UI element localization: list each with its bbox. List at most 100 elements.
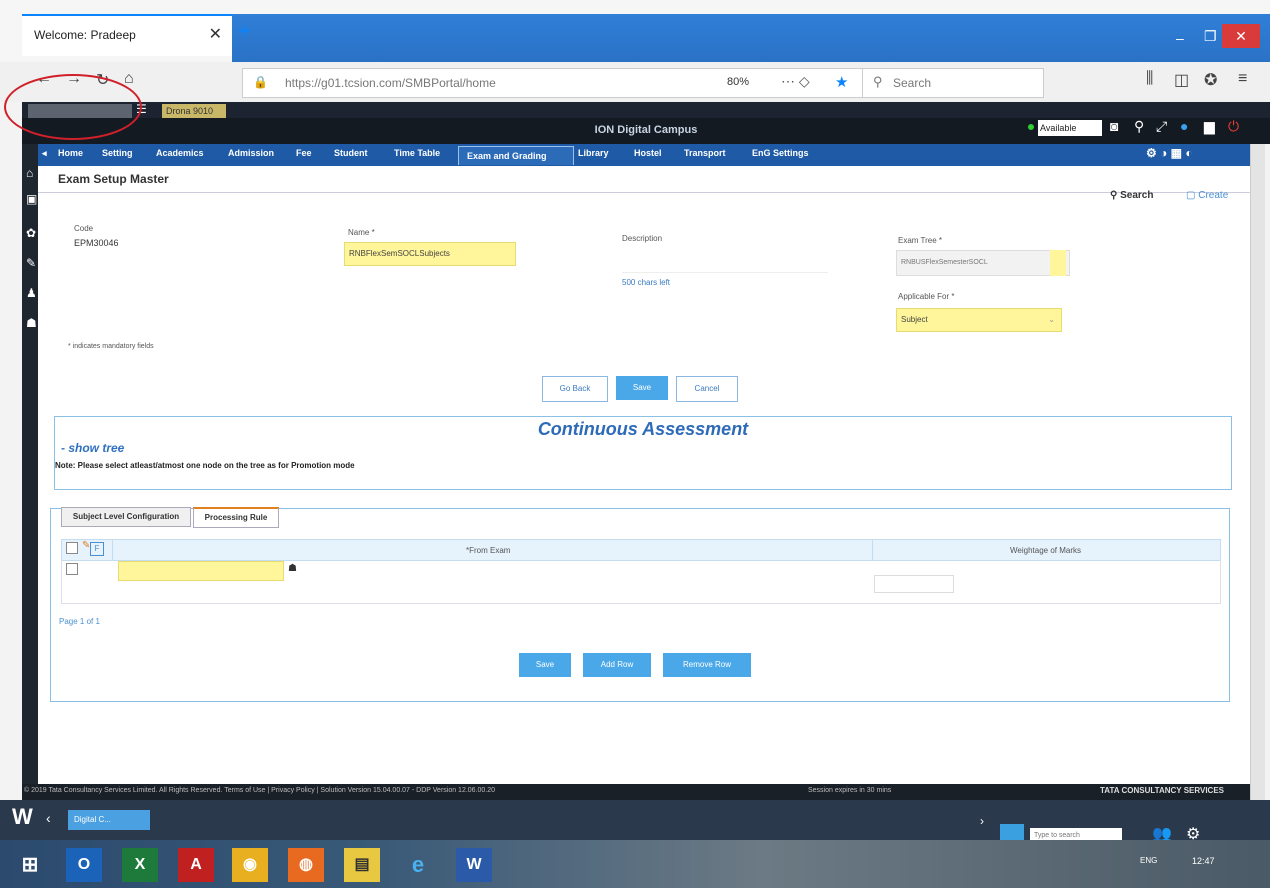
weightage-input[interactable] [874,575,954,593]
window-close-icon[interactable]: ✕ [1222,24,1260,48]
page-scrollbar[interactable] [1250,144,1265,816]
description-label: Description [622,234,663,243]
book-icon[interactable]: ▣ [26,192,37,206]
nav-item-admission[interactable]: Admission [228,148,274,158]
row-checkbox[interactable] [66,563,78,575]
expand-icon[interactable]: ⤢ [1156,118,1167,135]
menu-icon[interactable]: ≡ [1238,70,1247,88]
create-link-label: Create [1198,190,1229,201]
applicable-select[interactable]: Subject ⌄ [896,308,1062,332]
search-icon: ⚲ [873,74,883,89]
windows-start-icon[interactable]: ⊞ [12,848,48,882]
search-icon[interactable]: ⚲ [1134,118,1144,135]
grid-save-button[interactable]: Save [519,653,571,677]
library-icon[interactable]: ⫼ [1146,70,1153,88]
show-tree-toggle[interactable]: - show tree [61,441,124,455]
minimize-icon[interactable]: – [1176,30,1184,46]
bookmark-star-icon[interactable]: ★ [835,73,848,91]
word-icon[interactable]: W [456,848,492,882]
app-tab[interactable]: Digital C... [68,810,150,830]
nav-item-time-table[interactable]: Time Table [394,148,440,158]
lock-icon: 🔒 [253,75,268,89]
tab-title: Welcome: Pradeep [34,28,136,42]
nav-collapse-icon[interactable]: ◂ [42,148,47,159]
settings-icon[interactable]: ✿ [26,226,36,240]
help-icon[interactable]: ● [1180,118,1188,134]
applicable-label: Applicable For * [898,292,955,301]
role-box[interactable]: Drona 9010 [162,104,226,118]
firefox-icon[interactable]: ◍ [288,848,324,882]
nav-item-eng-settings[interactable]: EnG Settings [752,148,809,158]
go-back-button[interactable]: Go Back [542,376,608,402]
content-area: Exam Setup Master ⚲ Search ▢ Create Code… [38,166,1250,784]
browser-search-input[interactable]: ⚲ Search [862,68,1044,98]
zoom-level[interactable]: 80% [727,76,749,88]
nav-tools-icon[interactable]: ⚙ ◑ ▦ ◐ [1146,146,1193,160]
exam-tree-picker[interactable] [1050,250,1066,276]
add-row-button[interactable]: Add Row [583,653,651,677]
language-indicator[interactable]: ENG [1140,856,1157,865]
remove-row-button[interactable]: Remove Row [663,653,751,677]
edit-icon[interactable]: ✎ [26,256,36,270]
exam-tree-input[interactable]: RNBUSFlexSemesterSOCL [896,250,1070,276]
portal-footer: © 2019 Tata Consultancy Services Limited… [22,784,1250,800]
file-explorer-icon[interactable]: ▤ [344,848,380,882]
portal-header: ION Digital Campus Available ◙ ⚲ ⤢ ● ▆ ⏻ [22,118,1270,144]
nav-item-hostel[interactable]: Hostel [634,148,662,158]
name-label: Name * [348,228,375,237]
nav-item-fee[interactable]: Fee [296,148,312,158]
excel-icon[interactable]: X [122,848,158,882]
home-icon[interactable]: ⌂ [26,166,33,180]
status-dot [1028,124,1034,130]
browser-tab[interactable]: Welcome: Pradeep ✕ [22,14,232,56]
clock[interactable]: 12:47 [1192,856,1215,866]
nav-item-exam-and-grading[interactable]: Exam and Grading [458,146,574,165]
search-link[interactable]: ⚲ Search [1110,190,1153,201]
description-input[interactable] [622,250,828,273]
tab-processing-rule[interactable]: Processing Rule [193,507,279,528]
bot-icon[interactable]: ☗ [26,316,37,330]
create-link[interactable]: ▢ Create [1186,190,1228,201]
availability-select[interactable]: Available [1038,120,1102,136]
chevron-down-icon: ⌄ [1048,315,1055,324]
sidebar-icon[interactable]: ◫ [1174,70,1189,90]
back-icon[interactable]: ‹ [46,810,51,826]
nav-item-setting[interactable]: Setting [102,148,133,158]
chat-icon[interactable]: ▆ [1204,118,1215,135]
applicable-value: Subject [901,315,928,324]
save-button[interactable]: Save [616,376,668,400]
promotion-note: Note: Please select atleast/atmost one n… [55,461,355,470]
maximize-icon[interactable]: ❐ [1204,28,1217,45]
page-title: Exam Setup Master [58,172,169,186]
lookup-icon[interactable]: ☗ [288,563,297,574]
select-all-checkbox[interactable] [66,542,78,554]
nav-item-transport[interactable]: Transport [684,148,726,158]
nav-item-student[interactable]: Student [334,148,368,158]
close-icon[interactable]: ✕ [209,24,222,44]
page-actions-icon[interactable]: ⋯ ◇ [781,73,810,90]
users-icon[interactable]: ♟ [26,286,37,300]
power-icon[interactable]: ⏻ [1228,118,1239,135]
outlook-icon[interactable]: O [66,848,102,882]
chrome-icon[interactable]: ◉ [232,848,268,882]
chars-left: 500 chars left [622,278,671,287]
app-logo[interactable]: W [12,804,33,830]
show-tree-label: show tree [68,441,125,455]
nav-item-home[interactable]: Home [58,148,83,158]
tab-subject-level-configuration[interactable]: Subject Level Configuration [61,507,191,527]
extension-icon[interactable]: ✪ [1204,70,1217,90]
from-exam-input[interactable] [118,561,284,581]
grid-col-divider [872,540,873,560]
name-input[interactable]: RNBFlexSemSOCLSubjects [344,242,516,266]
acrobat-icon[interactable]: A [178,848,214,882]
url-bar[interactable]: 🔒 https://g01.tcsion.com/SMBPortal/home … [242,68,864,98]
camera-icon[interactable]: ◙ [1110,118,1118,134]
code-label: Code [74,224,94,233]
new-tab-icon[interactable]: + [238,18,251,44]
cancel-button[interactable]: Cancel [676,376,738,402]
nav-item-academics[interactable]: Academics [156,148,204,158]
nav-item-library[interactable]: Library [578,148,609,158]
ie-icon[interactable]: e [400,848,436,882]
filter-icon[interactable]: F [90,542,104,556]
chevron-right-icon[interactable]: › [980,814,984,828]
